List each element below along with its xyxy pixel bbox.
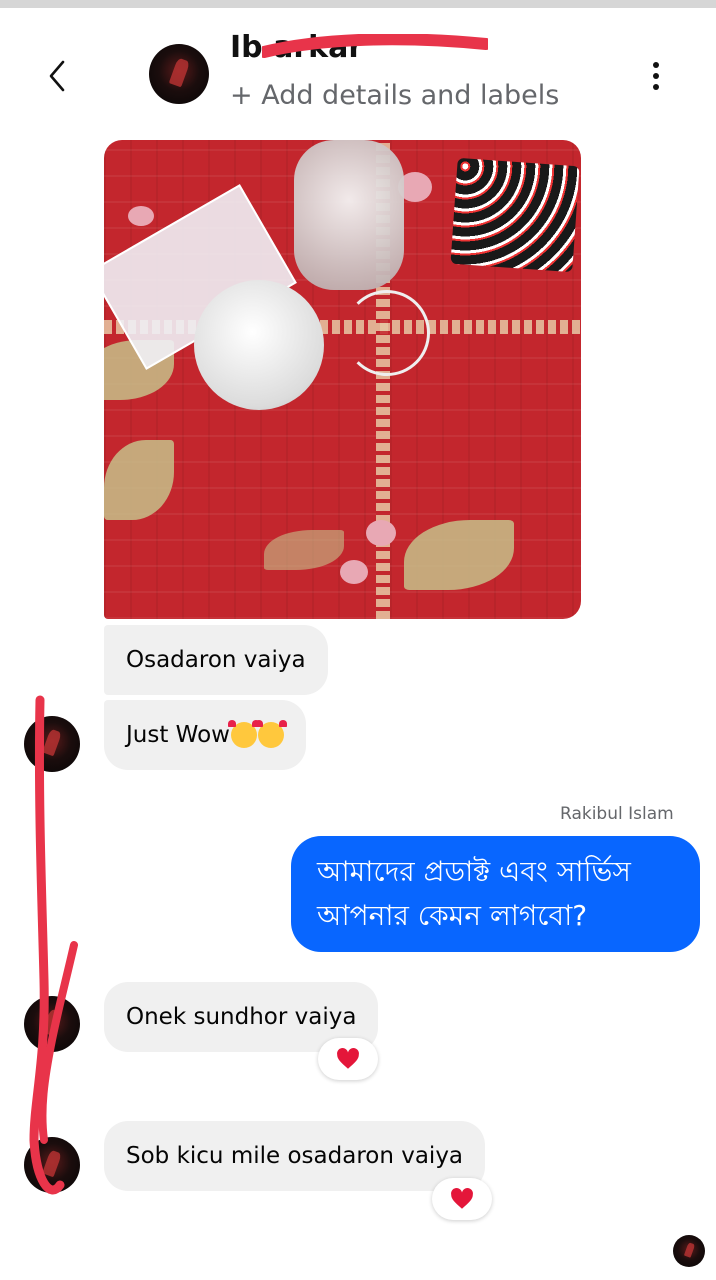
back-button[interactable]: [38, 56, 78, 96]
incoming-message[interactable]: Osadaron vaiya: [104, 625, 328, 695]
contact-avatar[interactable]: [149, 44, 209, 104]
smiling-face-with-hearts-icon: [227, 720, 260, 748]
chevron-left-icon: [49, 60, 65, 92]
heart-icon: [451, 1188, 473, 1209]
message-text: Sob kicu mile osadaron vaiya: [126, 1143, 464, 1169]
product-photo[interactable]: [104, 140, 581, 619]
heart-reaction[interactable]: [318, 1038, 378, 1080]
add-details-link[interactable]: + Add details and labels: [230, 80, 559, 111]
vertical-dots-icon: [653, 62, 659, 68]
message-text: Just Wow: [126, 722, 230, 748]
message-text: Osadaron vaiya: [126, 647, 306, 673]
incoming-message[interactable]: Just Wow: [104, 700, 306, 770]
contact-avatar[interactable]: [24, 1137, 80, 1193]
message-text: Onek sundhor vaiya: [126, 1004, 357, 1030]
incoming-message[interactable]: Sob kicu mile osadaron vaiya: [104, 1121, 486, 1191]
smiling-face-with-hearts-icon: [254, 720, 287, 748]
contact-avatar[interactable]: [24, 716, 80, 772]
sender-name: Rakibul Islam: [560, 804, 674, 824]
outgoing-message[interactable]: আমাদের প্রডাক্ট এবং সার্ভিস আপনার কেমন ল…: [291, 836, 700, 952]
status-strip: [0, 0, 716, 8]
contact-avatar[interactable]: [24, 996, 80, 1052]
more-options-button[interactable]: [640, 56, 672, 96]
redaction-scribble: [262, 34, 488, 58]
seen-receipt-avatar: [673, 1235, 705, 1267]
heart-icon: [337, 1048, 359, 1069]
heart-reaction[interactable]: [432, 1178, 492, 1220]
